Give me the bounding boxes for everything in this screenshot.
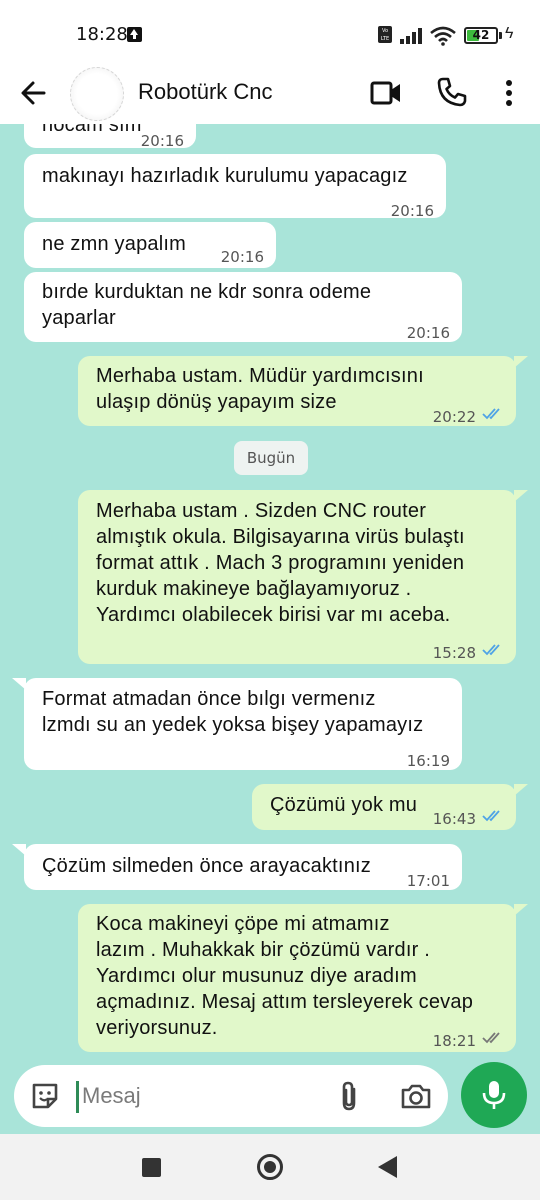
message-composer	[14, 1065, 448, 1127]
volte-icon: Vo LTE	[378, 26, 392, 43]
status-time: 18:28	[76, 24, 128, 45]
wifi-icon	[430, 26, 456, 46]
bubble-tail	[514, 904, 528, 916]
bubble-tail	[12, 678, 26, 690]
contact-name[interactable]: Robotürk Cnc	[138, 79, 273, 105]
upload-notification-icon	[127, 27, 142, 42]
message-text-line: lzmdı su an yedek yoksa bişey yapamayız	[42, 714, 424, 736]
chat-header: Robotürk Cnc	[0, 62, 540, 124]
read-ticks-icon	[482, 408, 500, 420]
message-incoming[interactable]: ne zmn yapalım 20:16	[24, 222, 276, 268]
message-time: 18:21	[432, 1032, 476, 1050]
message-text-line: Yardımcı olur musunuz diye aradım	[96, 965, 417, 987]
message-text-line: bırde kurduktan ne kdr sonra odeme	[42, 281, 372, 303]
message-text-line: almıştık okula. Bilgisayarına virüs bula…	[96, 526, 465, 548]
emoji-icon[interactable]	[30, 1081, 60, 1111]
message-text-line: format attık . Mach 3 programını yeniden	[96, 552, 465, 574]
mic-button[interactable]	[461, 1062, 527, 1128]
more-vert-icon[interactable]	[497, 78, 521, 108]
message-text-line: yaparlar	[42, 307, 116, 329]
message-incoming[interactable]: hocam sım 20:16	[24, 124, 196, 150]
message-time: 20:16	[390, 202, 434, 220]
message-time: 20:16	[140, 132, 184, 150]
message-incoming[interactable]: makınayı hazırladık kurulumu yapacagız 2…	[24, 154, 446, 220]
message-text-line: kurduk makineye bağlayamıyoruz .	[96, 578, 412, 600]
message-time: 15:28	[432, 644, 476, 662]
message-input[interactable]	[82, 1079, 302, 1113]
message-time: 16:43	[432, 810, 476, 828]
message-outgoing[interactable]: Çözümü yok mu 16:43	[252, 784, 528, 830]
message-outgoing[interactable]: Koca makineyi çöpe mi atmamız lazım . Mu…	[78, 904, 528, 1052]
message-incoming[interactable]: bırde kurduktan ne kdr sonra odeme yapar…	[24, 272, 462, 342]
message-text: makınayı hazırladık kurulumu yapacagız	[42, 165, 408, 187]
message-incoming[interactable]: Çözüm silmeden önce arayacaktınız 17:01	[12, 844, 462, 890]
message-text-line: Yardımcı olabilecek birisi var mı aceba.	[96, 604, 451, 626]
message-text-line: Format atmadan önce bılgı vermenız	[42, 688, 376, 710]
video-call-icon[interactable]	[370, 78, 402, 108]
status-icons: Vo LTE 42 ϟ	[378, 24, 518, 46]
message-time: 20:16	[406, 324, 450, 342]
message-text: Çözüm silmeden önce arayacaktınız	[42, 855, 371, 877]
message-text-line: açmadınız. Mesaj attım tersleyerek cevap	[96, 991, 474, 1013]
battery-icon: 42	[464, 27, 498, 44]
read-ticks-icon	[482, 810, 500, 822]
status-bar: 18:28 Vo LTE 42 ϟ	[0, 0, 540, 62]
home-button[interactable]	[257, 1154, 283, 1180]
recents-button[interactable]	[142, 1158, 161, 1177]
message-text-line: Merhaba ustam . Sizden CNC router	[96, 500, 427, 522]
read-ticks-icon	[482, 644, 500, 656]
message-time: 20:16	[220, 248, 264, 266]
camera-icon[interactable]	[400, 1082, 432, 1110]
chat-area[interactable]: hocam sım 20:16 makınayı hazırladık kuru…	[0, 124, 540, 1134]
date-divider: Bugün	[234, 441, 308, 475]
delivered-ticks-icon	[482, 1032, 500, 1044]
mic-icon	[482, 1081, 506, 1109]
message-time: 16:19	[406, 752, 450, 770]
bubble-tail	[514, 356, 528, 368]
bubble-tail	[12, 844, 26, 856]
system-back-button[interactable]	[378, 1156, 397, 1178]
message-outgoing[interactable]: Merhaba ustam. Müdür yardımcısını ulaşıp…	[78, 356, 528, 426]
text-caret	[76, 1081, 79, 1113]
message-text-line: Merhaba ustam. Müdür yardımcısını	[96, 365, 424, 387]
avatar[interactable]	[70, 67, 124, 121]
message-time: 17:01	[406, 872, 450, 890]
message-text-line: Koca makineyi çöpe mi atmamız	[96, 913, 390, 935]
bubble-tail	[514, 784, 528, 796]
phone-call-icon[interactable]	[436, 76, 468, 108]
charging-icon: ϟ	[505, 25, 514, 42]
system-nav-bar	[0, 1134, 540, 1200]
back-arrow-icon[interactable]	[16, 76, 50, 110]
battery-level: 42	[472, 28, 490, 42]
message-text-line: lazım . Muhakkak bir çözümü vardır .	[96, 939, 430, 961]
message-time: 20:22	[432, 408, 476, 426]
bubble-tail	[514, 490, 528, 502]
signal-icon	[400, 27, 424, 44]
battery-tip	[499, 32, 502, 39]
message-incoming[interactable]: Format atmadan önce bılgı vermenız lzmdı…	[12, 678, 462, 770]
message-outgoing[interactable]: Merhaba ustam . Sizden CNC router almışt…	[78, 490, 528, 664]
attach-icon[interactable]	[336, 1080, 364, 1112]
